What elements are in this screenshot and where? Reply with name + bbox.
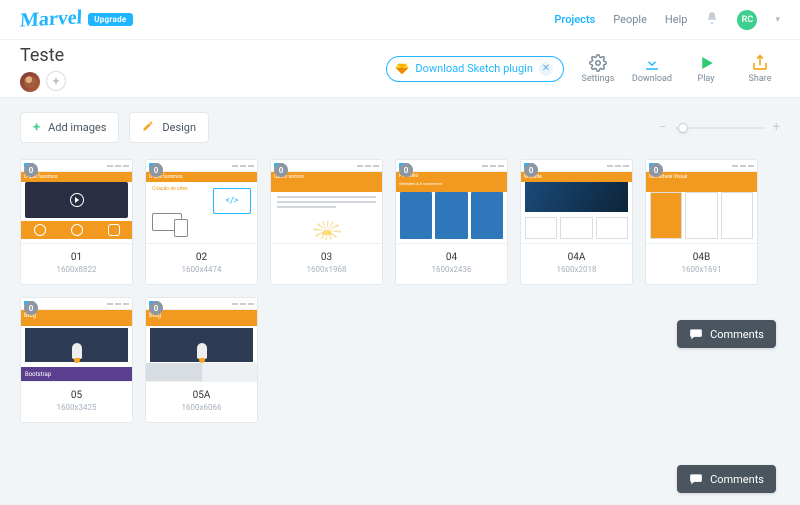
pencil-icon — [142, 120, 154, 135]
nav-projects[interactable]: Projects — [554, 13, 595, 26]
screen-name: 05 — [25, 390, 128, 401]
zoom-out-icon[interactable]: − — [659, 120, 666, 135]
top-nav: Projects People Help RC ▾ — [554, 10, 780, 30]
chat-icon — [689, 472, 703, 486]
screen-thumb: 0 O que fazemos Criação de sites </> — [146, 160, 257, 244]
screens-grid: 0 O que fazemos 01 1600x8822 0 O que faze… — [20, 159, 780, 423]
screen-name: 03 — [275, 252, 378, 263]
hotspot-count-badge: 0 — [149, 163, 163, 177]
download-label: Download — [632, 74, 672, 84]
add-images-label: Add images — [48, 121, 106, 134]
settings-button[interactable]: Settings — [578, 54, 618, 84]
settings-label: Settings — [581, 74, 614, 84]
hotspot-count-badge: 0 — [399, 163, 413, 177]
screen-card[interactable]: 0 Quem somos 03 1600x1968 — [270, 159, 383, 285]
screen-name: 04B — [650, 252, 753, 263]
screen-thumb: 0 Blog Bootstrap — [21, 298, 132, 382]
logo[interactable]: Marvel — [19, 6, 82, 32]
screen-dim: 1600x4474 — [150, 265, 253, 274]
screen-card[interactable]: 0 Blog Bootstrap 05 1600x3425 — [20, 297, 133, 423]
play-icon — [70, 193, 84, 207]
screen-thumb: 0 Portfólio Websites & E-commerce — [396, 160, 507, 244]
screen-thumb: 0 Blog — [146, 298, 257, 382]
sketch-plugin-button[interactable]: Download Sketch plugin ✕ — [386, 56, 564, 82]
toolbar: + Add images Design − + — [20, 112, 780, 143]
zoom-slider: − + — [659, 120, 780, 135]
screen-name: 04A — [525, 252, 628, 263]
add-images-button[interactable]: + Add images — [20, 112, 119, 143]
screen-card[interactable]: 0 O que fazemos 01 1600x8822 — [20, 159, 133, 285]
hotspot-count-badge: 0 — [24, 163, 38, 177]
hotspot-count-badge: 0 — [24, 301, 38, 315]
screen-card[interactable]: 0 O que fazemos Criação de sites </> 02 1… — [145, 159, 258, 285]
chat-icon — [689, 327, 703, 341]
design-button[interactable]: Design — [129, 112, 209, 143]
screen-name: 01 — [25, 252, 128, 263]
gear-icon — [589, 54, 607, 72]
screen-thumb: 0 Website — [521, 160, 632, 244]
hotspot-count-badge: 0 — [649, 163, 663, 177]
share-button[interactable]: Share — [740, 54, 780, 84]
owner-avatar[interactable] — [20, 72, 40, 92]
user-avatar[interactable]: RC — [737, 10, 757, 30]
zoom-track[interactable] — [675, 127, 765, 129]
screen-card[interactable]: 0 Website 04A 1600x2018 — [520, 159, 633, 285]
screen-thumb: 0 Identidade Visual — [646, 160, 757, 244]
screen-name: 04 — [400, 252, 503, 263]
screen-card[interactable]: 0 Identidade Visual 04B 1600x1691 — [645, 159, 758, 285]
screen-dim: 1600x8822 — [25, 265, 128, 274]
upgrade-button[interactable]: Upgrade — [88, 13, 132, 26]
download-button[interactable]: Download — [632, 54, 672, 84]
top-bar: Marvel Upgrade Projects People Help RC ▾ — [0, 0, 800, 40]
screen-card[interactable]: 0 Blog 05A 1600x6066 — [145, 297, 258, 423]
screen-card[interactable]: 0 Portfólio Websites & E-commerce 04 1600… — [395, 159, 508, 285]
screen-dim: 1600x6066 — [150, 403, 253, 412]
comments-button[interactable]: Comments — [677, 320, 776, 348]
play-icon — [697, 54, 715, 72]
project-bar: Teste + Download Sketch plugin ✕ Setting… — [0, 40, 800, 98]
zoom-knob[interactable] — [678, 123, 688, 133]
close-icon[interactable]: ✕ — [539, 62, 553, 76]
comments-label: Comments — [710, 328, 764, 341]
hotspot-count-badge: 0 — [524, 163, 538, 177]
bell-icon[interactable] — [705, 11, 719, 28]
chevron-down-icon[interactable]: ▾ — [775, 15, 780, 25]
sketch-plugin-label: Download Sketch plugin — [415, 62, 533, 75]
add-member-button[interactable]: + — [46, 71, 66, 91]
screen-dim: 1600x3425 — [25, 403, 128, 412]
sketch-icon — [395, 62, 409, 76]
play-button[interactable]: Play — [686, 54, 726, 84]
nav-people[interactable]: People — [613, 13, 647, 26]
design-label: Design — [162, 121, 196, 134]
screen-thumb: 0 O que fazemos — [21, 160, 132, 244]
hotspot-count-badge: 0 — [149, 301, 163, 315]
screen-thumb: 0 Quem somos — [271, 160, 382, 244]
screen-name: 02 — [150, 252, 253, 263]
screen-dim: 1600x2018 — [525, 265, 628, 274]
screen-dim: 1600x1691 — [650, 265, 753, 274]
screen-dim: 1600x2436 — [400, 265, 503, 274]
zoom-in-icon[interactable]: + — [773, 120, 780, 135]
hotspot-count-badge: 0 — [274, 163, 288, 177]
nav-help[interactable]: Help — [665, 13, 688, 26]
content-area: + Add images Design − + 0 O que fazemos … — [0, 98, 800, 443]
share-label: Share — [749, 74, 772, 84]
project-title: Teste — [20, 45, 66, 66]
play-label: Play — [698, 74, 715, 84]
screen-name: 05A — [150, 390, 253, 401]
plus-icon: + — [33, 120, 40, 135]
download-icon — [643, 54, 661, 72]
screen-dim: 1600x1968 — [275, 265, 378, 274]
share-icon — [751, 54, 769, 72]
comments-label: Comments — [710, 473, 764, 486]
comments-button[interactable]: Comments — [677, 465, 776, 493]
